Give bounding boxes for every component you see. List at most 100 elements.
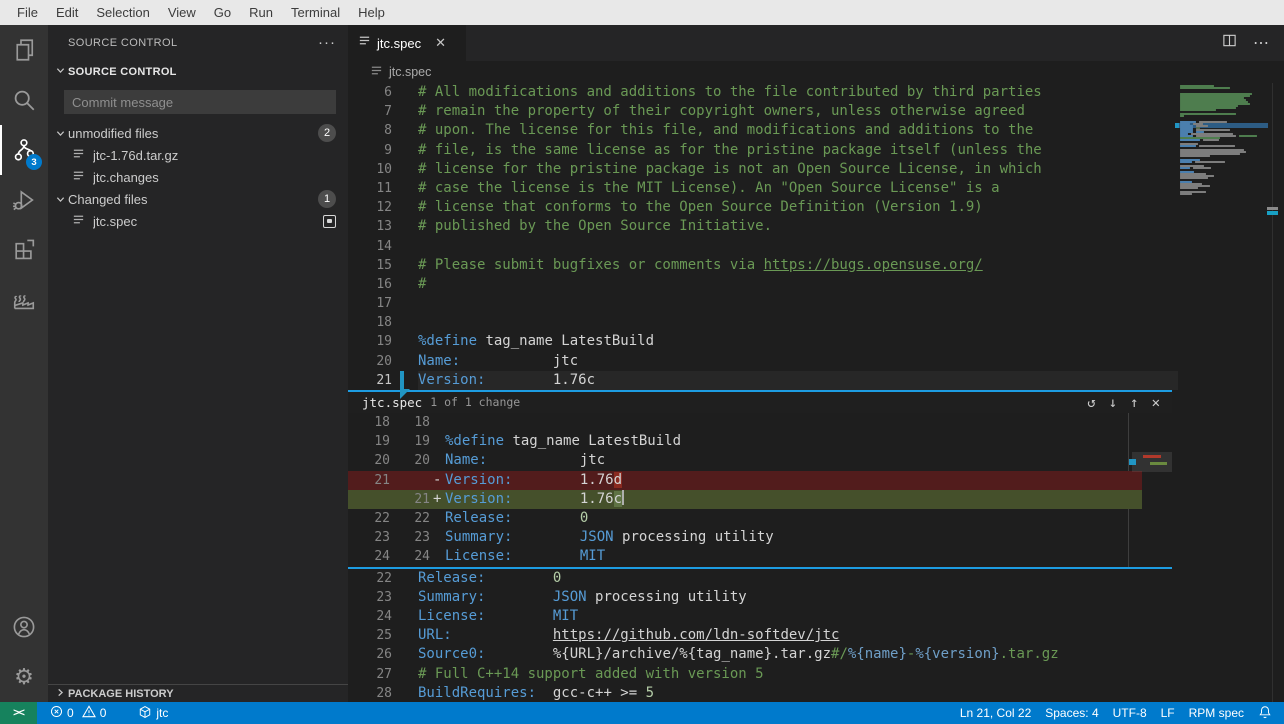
dirty-diff-peek-widget: jtc.spec 1 of 1 change ↺↓↑✕ 18181919%def… <box>348 390 1172 569</box>
code-line-26[interactable]: 26Source0: %{URL}/archive/%{tag_name}.ta… <box>348 645 1284 664</box>
code-line-27[interactable]: 27# Full C++14 support added with versio… <box>348 665 1284 684</box>
code-token: Release: <box>445 510 512 526</box>
next-change-icon[interactable]: ↓ <box>1109 396 1117 410</box>
code-line-10[interactable]: 10# license for the pristine package is … <box>348 160 1284 179</box>
scm-changes-badge: 3 <box>26 154 42 170</box>
code-line-20[interactable]: 20Name: jtc <box>348 352 1284 371</box>
sidebar-item-explorer[interactable] <box>0 25 48 75</box>
code-token: 1.76c <box>485 372 595 388</box>
code-line-6[interactable]: 6# All modifications and additions to th… <box>348 83 1284 102</box>
code-token: Summary: <box>445 529 512 545</box>
tree-group-unmodified-files[interactable]: unmodified files2 <box>48 122 348 144</box>
menu-item-help[interactable]: Help <box>349 2 394 23</box>
scm-provider-header[interactable]: SOURCE CONTROL <box>48 60 348 84</box>
diff-original-line-number: 24 <box>348 547 390 566</box>
code-line-16[interactable]: 16# <box>348 275 1284 294</box>
sidebar-item-run-debug[interactable] <box>0 175 48 225</box>
menu-item-terminal[interactable]: Terminal <box>282 2 349 23</box>
code-text: # upon. The license for this file, and m… <box>392 121 1033 140</box>
cursor-position-status[interactable]: Ln 21, Col 22 <box>953 702 1038 724</box>
problems-status[interactable]: 0 0 <box>43 702 113 724</box>
editor-content[interactable]: 6# All modifications and additions to th… <box>348 83 1284 702</box>
discard-change-icon[interactable]: ↺ <box>1087 396 1095 410</box>
code-line-23[interactable]: 23Summary: JSON processing utility <box>348 588 1284 607</box>
code-line-28[interactable]: 28BuildRequires: gcc-c++ >= 5 <box>348 684 1284 702</box>
commit-message-input[interactable] <box>64 90 336 114</box>
menu-item-run[interactable]: Run <box>240 2 282 23</box>
code-token: processing utility <box>614 529 774 545</box>
code-text: License: MIT <box>392 607 578 626</box>
diff-row[interactable]: 2323Summary: JSON processing utility <box>348 528 1172 547</box>
encoding-status[interactable]: UTF-8 <box>1106 702 1154 724</box>
code-token: Version: <box>445 491 512 507</box>
code-line-19[interactable]: 19%define tag_name LatestBuild <box>348 332 1284 351</box>
remote-indicator[interactable]: >< <box>0 702 37 724</box>
indentation-status[interactable]: Spaces: 4 <box>1038 702 1105 724</box>
code-line-21[interactable]: 21Version: 1.76c <box>348 371 1284 390</box>
project-status[interactable]: jtc <box>131 702 175 724</box>
more-actions-icon[interactable]: ··· <box>318 34 336 51</box>
accounts-button[interactable] <box>0 602 48 652</box>
notifications-button[interactable] <box>1251 702 1284 724</box>
minimap[interactable] <box>1178 83 1268 702</box>
code-text: # published by the Open Source Initiativ… <box>392 217 772 236</box>
menu-item-file[interactable]: File <box>8 2 47 23</box>
code-line-22[interactable]: 22Release: 0 <box>348 569 1284 588</box>
diff-row[interactable]: 2222Release: 0 <box>348 509 1172 528</box>
code-line-17[interactable]: 17 <box>348 294 1284 313</box>
diff-code-text: Summary: JSON processing utility <box>445 528 774 547</box>
sidebar-item-search[interactable] <box>0 75 48 125</box>
code-line-15[interactable]: 15# Please submit bugfixes or comments v… <box>348 256 1284 275</box>
tree-group-changed-files[interactable]: Changed files1 <box>48 188 348 210</box>
code-line-24[interactable]: 24License: MIT <box>348 607 1284 626</box>
diff-row[interactable]: 2424License: MIT <box>348 547 1172 566</box>
line-number: 19 <box>348 332 392 351</box>
diff-row[interactable]: 2020Name: jtc <box>348 451 1172 470</box>
code-line-14[interactable]: 14 <box>348 237 1284 256</box>
code-line-9[interactable]: 9# file, is the same license as for the … <box>348 141 1284 160</box>
code-line-12[interactable]: 12# license that conforms to the Open So… <box>348 198 1284 217</box>
line-number: 17 <box>348 294 392 313</box>
tab-jtc-spec[interactable]: jtc.spec ✕ <box>348 25 466 61</box>
code-line-18[interactable]: 18 <box>348 313 1284 332</box>
code-line-13[interactable]: 13# published by the Open Source Initiat… <box>348 217 1284 236</box>
sidebar-item-extensions[interactable] <box>0 225 48 275</box>
sidebar-item-build-service[interactable] <box>0 275 48 325</box>
menu-item-view[interactable]: View <box>159 2 205 23</box>
menu-item-edit[interactable]: Edit <box>47 2 87 23</box>
code-line-11[interactable]: 11# case the license is the MIT License)… <box>348 179 1284 198</box>
line-number: 20 <box>348 352 392 371</box>
tree-file-jtc-spec[interactable]: jtc.spec <box>48 210 348 232</box>
close-icon[interactable]: ✕ <box>435 35 446 51</box>
code-line-7[interactable]: 7# remain the property of their copyrigh… <box>348 102 1284 121</box>
language-mode-status[interactable]: RPM spec <box>1182 702 1251 724</box>
diff-row-del[interactable]: 21-Version: 1.76d <box>348 471 1172 490</box>
code-token: # case the license is the MIT License). … <box>418 180 1000 196</box>
code-token: 1.76 <box>512 472 613 488</box>
tree-file-jtc-changes[interactable]: jtc.changes <box>48 166 348 188</box>
code-line-25[interactable]: 25URL: https://github.com/ldn-softdev/jt… <box>348 626 1284 645</box>
previous-change-icon[interactable]: ↑ <box>1130 396 1138 410</box>
code-token: https://github.com/ldn-softdev/jtc <box>553 627 840 643</box>
diff-peek-body[interactable]: 18181919%define tag_name LatestBuild2020… <box>348 413 1172 567</box>
code-line-8[interactable]: 8# upon. The license for this file, and … <box>348 121 1284 140</box>
eol-status[interactable]: LF <box>1154 702 1182 724</box>
code-text: # Please submit bugfixes or comments via… <box>392 256 983 275</box>
diff-row-add[interactable]: 21+Version: 1.76c <box>348 490 1172 509</box>
minimap-line <box>1180 161 1225 163</box>
menu-item-selection[interactable]: Selection <box>87 2 158 23</box>
breadcrumb[interactable]: jtc.spec <box>348 61 1284 83</box>
split-editor-icon[interactable] <box>1222 33 1237 53</box>
tree-file-jtc-1-76d-tar-gz[interactable]: jtc-1.76d.tar.gz <box>48 144 348 166</box>
code-token: URL: <box>418 627 452 643</box>
diff-row[interactable]: 1818 <box>348 413 1172 432</box>
package-history-section[interactable]: PACKAGE HISTORY <box>48 684 348 702</box>
sidebar-item-source-control[interactable]: 3 <box>0 125 48 175</box>
editor-more-actions-icon[interactable]: ⋯ <box>1253 33 1270 53</box>
close-peek-icon[interactable]: ✕ <box>1152 396 1160 410</box>
settings-button[interactable]: ⚙ <box>0 652 48 702</box>
menu-item-go[interactable]: Go <box>205 2 240 23</box>
diff-row[interactable]: 1919%define tag_name LatestBuild <box>348 432 1172 451</box>
modified-file-icon <box>323 215 336 228</box>
diff-peek-header: jtc.spec 1 of 1 change ↺↓↑✕ <box>348 392 1172 413</box>
